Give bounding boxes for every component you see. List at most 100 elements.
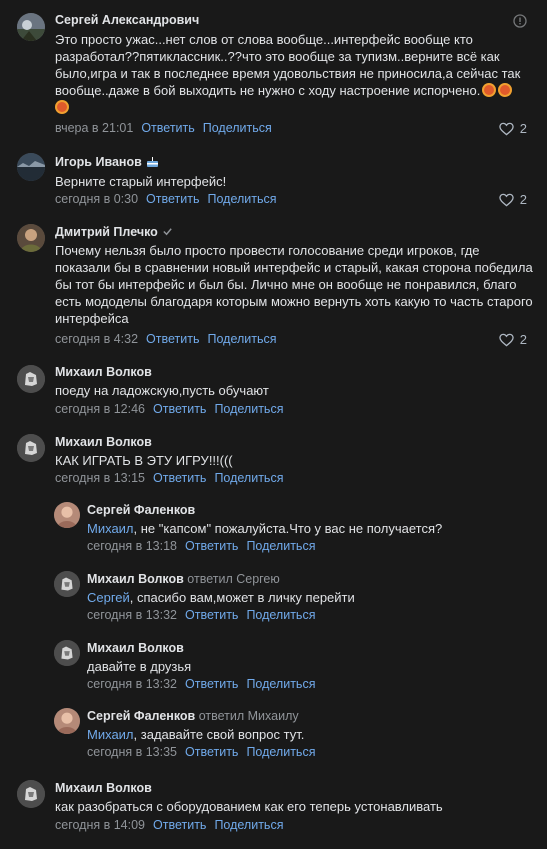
comment-meta: сегодня в 4:32 Ответить Поделиться [55, 332, 277, 346]
comment-text: Сергей, спасибо вам,может в личку перейт… [87, 589, 533, 606]
share-button[interactable]: Поделиться [246, 677, 315, 691]
reply-button[interactable]: Ответить [146, 332, 199, 346]
reply-button[interactable]: Ответить [185, 677, 238, 691]
mention-link[interactable]: Михаил [87, 727, 134, 742]
angry-emoji-icon [55, 100, 69, 114]
like-button[interactable]: 2 [499, 332, 527, 347]
comment-author-name: Сергей Фаленков [87, 709, 196, 723]
comment-time[interactable]: сегодня в 13:32 [87, 608, 177, 622]
comment-text: давайте в друзья [87, 659, 192, 674]
comment-time[interactable]: сегодня в 12:46 [55, 402, 145, 416]
reply-button[interactable]: Ответить [153, 402, 206, 416]
comment-author[interactable]: Михаил Волков [55, 781, 152, 795]
comment-time[interactable]: сегодня в 0:30 [55, 192, 138, 206]
comment-time[interactable]: сегодня в 4:32 [55, 332, 138, 346]
reply-button[interactable]: Ответить [141, 121, 194, 135]
comment-text-body: , задавайте свой вопрос тут. [133, 727, 305, 742]
avatar[interactable] [17, 13, 45, 41]
angry-emoji-icon [482, 83, 497, 97]
reply-comment: Сергей Фаленков ответил Михаилу Михаил, … [0, 702, 547, 772]
avatar[interactable] [17, 780, 45, 808]
avatar[interactable] [17, 153, 45, 181]
share-button[interactable]: Поделиться [214, 818, 283, 832]
comment-text: Это просто ужас...нет слов от слова вооб… [55, 31, 533, 116]
comment-meta: сегодня в 14:09 Ответить Поделиться [55, 818, 283, 832]
comment-meta: сегодня в 13:32 Ответить Поделиться [87, 677, 315, 691]
share-button[interactable]: Поделиться [203, 121, 272, 135]
reply-comment: Сергей Фаленков Михаил, не "капсом" пожа… [0, 495, 547, 565]
reply-button[interactable]: Ответить [153, 818, 206, 832]
comment-text: Михаил, задавайте свой вопрос тут. [87, 726, 533, 743]
comment: Михаил Волков КАК ИГРАТЬ В ЭТУ ИГРУ!!!((… [0, 425, 547, 495]
comment-time[interactable]: сегодня в 13:15 [55, 471, 145, 485]
comment-author-name: Игорь Иванов [55, 155, 142, 169]
reply-button[interactable]: Ответить [146, 192, 199, 206]
reply-to-label[interactable]: ответил Сергею [187, 572, 279, 586]
mention-link[interactable]: Михаил [87, 521, 134, 536]
avatar[interactable] [54, 571, 80, 597]
share-button[interactable]: Поделиться [214, 471, 283, 485]
comment-meta: сегодня в 12:46 Ответить Поделиться [55, 402, 283, 416]
comment-author[interactable]: Сергей Александрович [55, 13, 199, 27]
comment-text: Верните старый интерфейс! [55, 174, 227, 189]
heart-icon [499, 122, 514, 135]
reply-comment: Михаил Волков ответил Сергею Сергей, спа… [0, 564, 547, 634]
share-button[interactable]: Поделиться [214, 402, 283, 416]
comment-time[interactable]: сегодня в 13:35 [87, 745, 177, 759]
like-count: 2 [519, 121, 527, 136]
reply-button[interactable]: Ответить [153, 471, 206, 485]
more-icon[interactable] [513, 14, 527, 28]
comment-author[interactable]: Михаил Волков ответил Сергею [87, 572, 280, 586]
comment-text: Почему нельзя было просто провести голос… [55, 243, 533, 326]
comment-text: КАК ИГРАТЬ В ЭТУ ИГРУ!!!((( [55, 453, 233, 468]
comment-author-name: Михаил Волков [87, 572, 184, 586]
like-count: 2 [519, 192, 527, 207]
comment-author[interactable]: Михаил Волков [55, 365, 152, 379]
comment: Михаил Волков как разобраться с оборудов… [0, 772, 547, 849]
comment: Дмитрий Плечко Почему нельзя было просто… [0, 215, 547, 355]
share-button[interactable]: Поделиться [207, 192, 276, 206]
like-button[interactable]: 2 [499, 192, 527, 207]
share-button[interactable]: Поделиться [207, 332, 276, 346]
comment-author-name: Дмитрий Плечко [55, 225, 158, 239]
comment-author[interactable]: Игорь Иванов [55, 155, 159, 169]
like-count: 2 [519, 332, 527, 347]
cake-icon [146, 157, 158, 167]
reply-button[interactable]: Ответить [185, 745, 238, 759]
comment-meta: сегодня в 13:18 Ответить Поделиться [87, 539, 315, 553]
like-button[interactable]: 2 [499, 121, 527, 136]
comment-author[interactable]: Сергей Фаленков ответил Михаилу [87, 709, 299, 723]
comment: Михаил Волков поеду на ладожскую,пусть о… [0, 355, 547, 427]
heart-icon [499, 193, 514, 206]
comment-time[interactable]: сегодня в 13:18 [87, 539, 177, 553]
reply-comment: Михаил Волков давайте в друзья сегодня в… [0, 633, 547, 703]
reply-button[interactable]: Ответить [185, 539, 238, 553]
comment: Игорь Иванов Верните старый интерфейс! с… [0, 145, 547, 215]
avatar[interactable] [54, 708, 80, 734]
reply-button[interactable]: Ответить [185, 608, 238, 622]
comment-text: Михаил, не "капсом" пожалуйста.Что у вас… [87, 520, 533, 537]
comment-meta: вчера в 21:01 Ответить Поделиться [55, 121, 272, 135]
comment-meta: сегодня в 13:32 Ответить Поделиться [87, 608, 315, 622]
verified-icon [163, 228, 172, 236]
share-button[interactable]: Поделиться [246, 608, 315, 622]
comment-time[interactable]: сегодня в 13:32 [87, 677, 177, 691]
mention-link[interactable]: Сергей [87, 590, 130, 605]
avatar[interactable] [17, 365, 45, 393]
comment-author[interactable]: Дмитрий Плечко [55, 225, 173, 239]
comment-author[interactable]: Сергей Фаленков [87, 503, 195, 517]
avatar[interactable] [54, 640, 80, 666]
share-button[interactable]: Поделиться [246, 539, 315, 553]
share-button[interactable]: Поделиться [246, 745, 315, 759]
avatar[interactable] [54, 502, 80, 528]
comment-time[interactable]: сегодня в 14:09 [55, 818, 145, 832]
avatar[interactable] [17, 224, 45, 252]
reply-to-label[interactable]: ответил Михаилу [199, 709, 299, 723]
comment-text-body: Это просто ужас...нет слов от слова вооб… [55, 32, 521, 98]
comment-time[interactable]: вчера в 21:01 [55, 121, 133, 135]
avatar[interactable] [17, 434, 45, 462]
comment-author[interactable]: Михаил Волков [87, 641, 184, 655]
comment-author[interactable]: Михаил Волков [55, 435, 152, 449]
comment-meta: сегодня в 13:15 Ответить Поделиться [55, 471, 283, 485]
comment-text-body: , спасибо вам,может в личку перейти [129, 590, 355, 605]
